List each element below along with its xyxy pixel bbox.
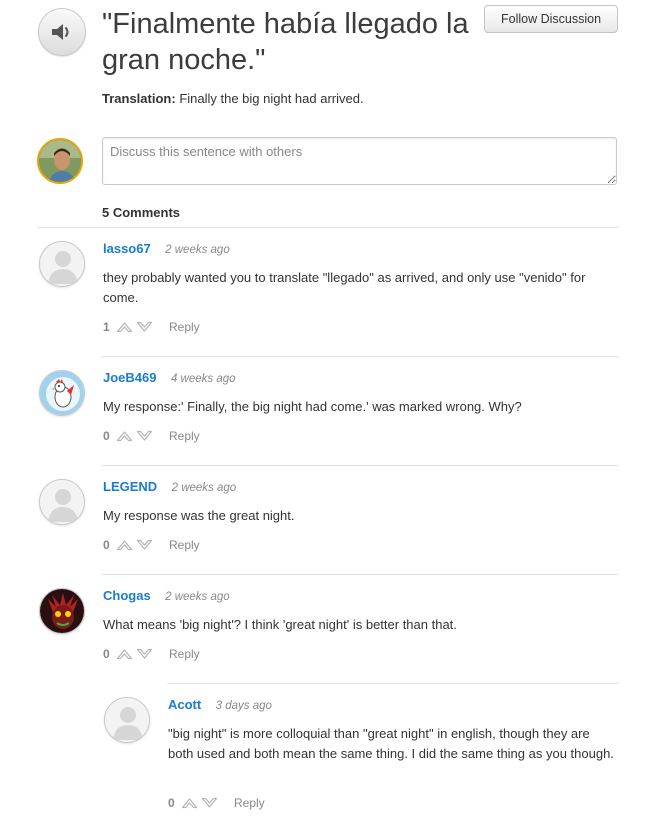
downvote-icon[interactable] <box>136 430 153 442</box>
downvote-icon[interactable] <box>201 797 218 809</box>
divider <box>102 465 618 466</box>
comment-header: Chogas 2 weeks ago <box>103 587 230 605</box>
comment-text: What means 'big night'? I think 'great n… <box>103 617 457 632</box>
comment-actions: 1 Reply <box>103 320 200 334</box>
avatar[interactable] <box>39 479 85 525</box>
divider <box>102 574 618 575</box>
comments-count: 5 Comments <box>102 205 181 220</box>
comment-time: 2 weeks ago <box>171 482 237 494</box>
comment-text: they probably wanted you to translate "l… <box>103 270 586 305</box>
divider <box>37 227 618 228</box>
comment: lasso67 2 weeks ago they probably wanted… <box>37 227 618 355</box>
translation-label: Translation: <box>102 91 176 106</box>
comment-actions: 0 Reply <box>103 647 200 661</box>
comment-actions: 0 Reply <box>103 538 200 552</box>
reply-link[interactable]: Reply <box>234 796 265 810</box>
downvote-icon[interactable] <box>136 321 153 333</box>
comment-text: "big night" is more colloquial than "gre… <box>168 726 614 761</box>
upvote-icon[interactable] <box>116 321 133 333</box>
reply-link[interactable]: Reply <box>169 429 200 443</box>
vote-score: 0 <box>168 796 175 810</box>
comment-username[interactable]: Acott <box>168 697 201 712</box>
comment: JoeB469 4 weeks ago My response:' Finall… <box>37 356 618 464</box>
upvote-icon[interactable] <box>116 648 133 660</box>
comment: Chogas 2 weeks ago What means 'big night… <box>37 574 618 682</box>
follow-discussion-button[interactable]: Follow Discussion <box>484 5 618 33</box>
comment-text: My response:' Finally, the big night had… <box>103 399 522 414</box>
divider <box>102 356 618 357</box>
upvote-icon[interactable] <box>116 539 133 551</box>
vote-score: 0 <box>103 429 110 443</box>
downvote-icon[interactable] <box>136 648 153 660</box>
play-audio-button[interactable] <box>38 8 86 56</box>
comment-time: 2 weeks ago <box>165 244 230 256</box>
comment-header: LEGEND 2 weeks ago <box>103 478 236 496</box>
reply-link[interactable]: Reply <box>169 538 200 552</box>
comment-username[interactable]: lasso67 <box>103 241 151 256</box>
comment: LEGEND 2 weeks ago My response was the g… <box>37 465 618 573</box>
comment-header: JoeB469 4 weeks ago <box>103 369 236 387</box>
comment-header: Acott 3 days ago <box>168 696 272 714</box>
speaker-icon <box>52 24 69 40</box>
avatar[interactable] <box>39 370 85 416</box>
comment-header: lasso67 2 weeks ago <box>103 240 230 258</box>
comment-reply: Acott 3 days ago "big night" is more col… <box>102 683 618 819</box>
vote-score: 1 <box>103 320 110 334</box>
sentence-title: "Finalmente había llegado la gran noche.… <box>102 8 469 76</box>
downvote-icon[interactable] <box>136 539 153 551</box>
divider <box>167 683 618 684</box>
comment-actions: 0 Reply <box>168 796 265 810</box>
upvote-icon[interactable] <box>116 430 133 442</box>
vote-score: 0 <box>103 538 110 552</box>
vote-score: 0 <box>103 647 110 661</box>
current-user-avatar <box>37 138 83 184</box>
upvote-icon[interactable] <box>181 797 198 809</box>
avatar[interactable] <box>39 588 85 634</box>
comment-text: My response was the great night. <box>103 508 295 523</box>
comment-actions: 0 Reply <box>103 429 200 443</box>
discuss-input[interactable] <box>102 137 617 185</box>
translation: Translation: Finally the big night had a… <box>102 91 364 106</box>
avatar[interactable] <box>39 241 85 287</box>
reply-link[interactable]: Reply <box>169 647 200 661</box>
comment-time: 4 weeks ago <box>170 373 236 385</box>
comment-username[interactable]: Chogas <box>103 588 151 603</box>
comment-time: 3 days ago <box>215 700 272 712</box>
translation-text: Finally the big night had arrived. <box>179 91 364 106</box>
comment-username[interactable]: LEGEND <box>103 479 157 494</box>
reply-link[interactable]: Reply <box>169 320 200 334</box>
comment-time: 2 weeks ago <box>165 591 230 603</box>
comment-username[interactable]: JoeB469 <box>103 370 156 385</box>
avatar[interactable] <box>104 697 150 743</box>
